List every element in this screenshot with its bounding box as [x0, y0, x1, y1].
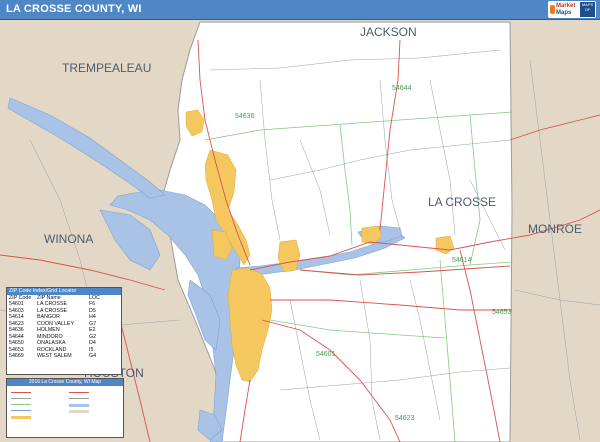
logo-line1: Market — [556, 3, 576, 9]
region-label-monroe: MONROE — [528, 222, 582, 236]
legend-swatch-adjacent-land — [69, 410, 89, 413]
legend-swatch-road — [11, 398, 31, 399]
title-bar: LA CROSSE COUNTY, WI Market Maps MAPS OF — [0, 0, 600, 20]
region-label-la-crosse: LA CROSSE — [428, 195, 496, 209]
zip-label-54601: 54601 — [316, 351, 336, 358]
legend-title: 2016 La Crosse County, WI Map — [7, 379, 123, 386]
legend-swatch-highway — [11, 392, 31, 393]
legend-swatch-county-border — [69, 398, 89, 399]
market-maps-logo: Market Maps MAPS OF — [548, 1, 596, 18]
logo-chip: MAPS OF — [580, 2, 595, 17]
legend-swatch-urban — [11, 416, 31, 419]
zip-index-name: WEST SALEM — [37, 353, 72, 359]
region-label-jackson: JACKSON — [360, 25, 417, 39]
logo-line2: Maps — [556, 10, 572, 16]
legend-box: 2016 La Crosse County, WI Map — [6, 378, 124, 438]
region-label-winona: WINONA — [44, 232, 93, 246]
legend-swatch-river — [69, 404, 89, 407]
legend-swatch-interstate — [69, 392, 89, 393]
region-label-trempealeau: TREMPEALEAU — [62, 61, 151, 75]
zip-index-loc: G4 — [89, 353, 97, 359]
legend-swatch-water — [11, 410, 31, 411]
legend-swatch-zip-boundary — [11, 404, 31, 405]
zip-index-box: ZIP Code Index/Grid Locator ZIP Code ZIP… — [6, 287, 122, 375]
zip-label-54636: 54636 — [235, 113, 255, 120]
logo-mark-icon — [550, 5, 555, 14]
map-title: LA CROSSE COUNTY, WI — [6, 3, 142, 15]
zip-label-54653: 54653 — [492, 309, 512, 316]
zip-label-54644: 54644 — [392, 85, 412, 92]
zip-index-row: 54669 WEST SALEM G4 — [7, 353, 121, 360]
zip-index-zip: 54669 — [9, 353, 24, 359]
zip-label-54614: 54614 — [452, 257, 472, 264]
zip-label-54623: 54623 — [395, 415, 415, 422]
